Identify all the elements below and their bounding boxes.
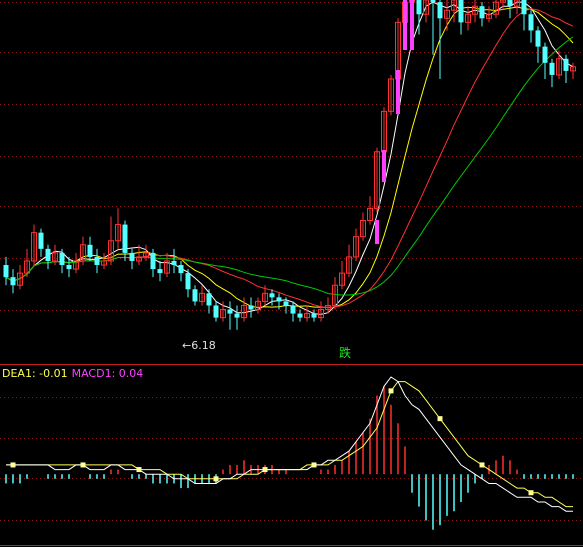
candle-body-down bbox=[276, 297, 282, 302]
candle-body-down bbox=[430, 0, 436, 3]
macd-label: MACD1: 0.04 bbox=[71, 367, 144, 380]
volume-bar bbox=[382, 150, 386, 182]
dea-marker bbox=[437, 416, 443, 422]
candle-body-down bbox=[157, 269, 163, 274]
candle-body-down bbox=[206, 293, 212, 306]
candle-body-down bbox=[192, 289, 198, 302]
dea-marker bbox=[528, 490, 534, 496]
dea-marker bbox=[311, 462, 317, 468]
macd-histogram bbox=[5, 386, 574, 530]
candle-body-down bbox=[563, 58, 569, 71]
candle-body-down bbox=[45, 248, 51, 261]
candle-body-down bbox=[507, 0, 513, 7]
volume-bar bbox=[396, 70, 400, 114]
candle-body-down bbox=[234, 313, 240, 318]
candle-body-down bbox=[535, 30, 541, 47]
dea-marker bbox=[262, 467, 268, 473]
candle-body-down bbox=[311, 313, 317, 318]
candle-body-down bbox=[185, 273, 191, 290]
candle-body-down bbox=[66, 265, 72, 270]
candle-body-down bbox=[297, 313, 303, 318]
candle-body-down bbox=[129, 252, 135, 261]
candle-body-down bbox=[549, 62, 555, 75]
candle-body-down bbox=[122, 224, 128, 253]
volume-bars bbox=[375, 0, 414, 244]
dea-label: DEA1: -0.01 bbox=[2, 367, 68, 380]
candle-body-down bbox=[416, 0, 422, 15]
stock-chart[interactable] bbox=[0, 0, 583, 547]
candle-body-down bbox=[290, 305, 296, 314]
ma10-line bbox=[5, 6, 574, 309]
candle-body-down bbox=[3, 265, 9, 278]
candlestick-series bbox=[3, 0, 576, 330]
moving-average-lines bbox=[5, 1, 574, 315]
candle-body-down bbox=[59, 252, 65, 266]
candle-body-down bbox=[248, 305, 254, 310]
indicator-legend: DEA1: -0.01 MACD1: 0.04 bbox=[2, 367, 143, 380]
candle-body-down bbox=[528, 14, 534, 31]
dea-marker bbox=[388, 388, 394, 394]
candle-body-down bbox=[437, 2, 443, 19]
chart-grid bbox=[0, 2, 583, 521]
candle-body-down bbox=[178, 265, 184, 274]
candle-body-down bbox=[283, 301, 289, 306]
ma5-line bbox=[5, 1, 574, 315]
candle-body-down bbox=[227, 309, 233, 314]
macd-lines bbox=[6, 376, 573, 512]
dea-line bbox=[6, 381, 573, 508]
candle-body-down bbox=[38, 232, 44, 249]
candle-body-down bbox=[87, 244, 93, 257]
candle-body-down bbox=[171, 260, 177, 266]
signal-marker: 跌 bbox=[339, 346, 352, 360]
volume-bar bbox=[410, 0, 414, 50]
dea-marker bbox=[80, 462, 86, 468]
candle-body-down bbox=[479, 6, 485, 19]
dea-marker bbox=[213, 476, 219, 482]
volume-bar bbox=[375, 220, 379, 244]
dea-marker bbox=[10, 462, 16, 468]
candle-body-down bbox=[10, 277, 16, 286]
dea-marker bbox=[136, 467, 142, 473]
candle-body-down bbox=[94, 256, 100, 266]
volume-bar bbox=[403, 0, 407, 50]
candle-body-down bbox=[521, 0, 527, 15]
low-price-marker: ←6.18 bbox=[182, 339, 216, 352]
ma20-line bbox=[5, 8, 574, 309]
dea-marker bbox=[479, 462, 485, 468]
macd-line bbox=[6, 376, 573, 512]
candle-body-down bbox=[213, 305, 219, 318]
candle-body-down bbox=[269, 293, 275, 298]
candle-body-down bbox=[150, 252, 156, 270]
candle-body-down bbox=[542, 46, 548, 63]
candle-body-down bbox=[458, 0, 464, 23]
